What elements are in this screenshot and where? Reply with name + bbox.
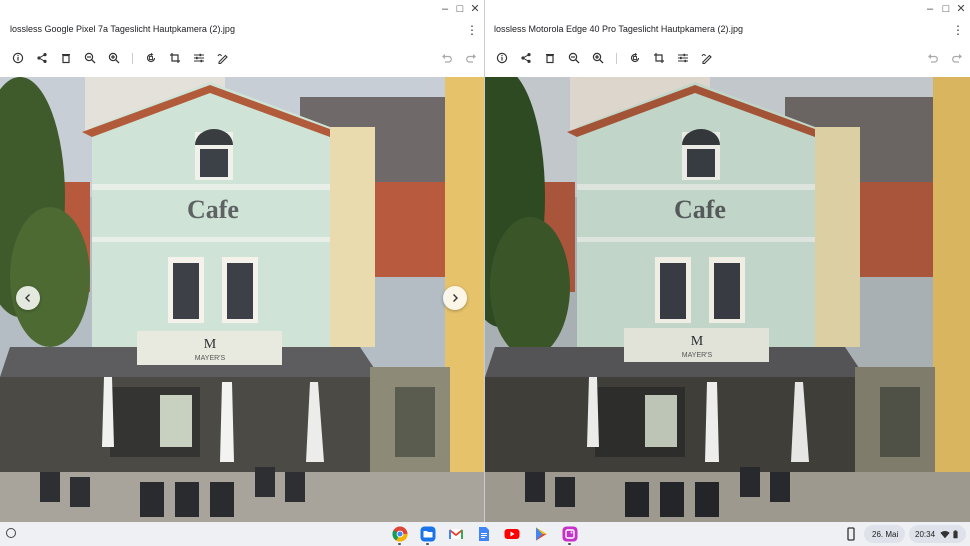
- toolbar-separator: [132, 53, 133, 64]
- info-icon[interactable]: [9, 49, 27, 67]
- cafe-photo: Cafe M MAYER'S: [0, 77, 484, 522]
- docs-icon[interactable]: [476, 526, 492, 542]
- youtube-icon[interactable]: [504, 526, 520, 542]
- undo-icon[interactable]: [438, 49, 456, 67]
- maximize-button[interactable]: □: [939, 2, 953, 16]
- shelf: 26. Mai 20:34: [0, 522, 970, 546]
- adjust-icon[interactable]: [190, 49, 208, 67]
- clock: 20:34: [915, 529, 936, 539]
- launcher-icon[interactable]: [6, 528, 16, 538]
- share-icon[interactable]: [33, 49, 51, 67]
- battery-icon: [953, 529, 958, 538]
- date-tray[interactable]: 26. Mai: [864, 525, 905, 543]
- photo-view: Cafe M MAYER'S: [485, 77, 970, 522]
- delete-icon[interactable]: [57, 49, 75, 67]
- status-tray[interactable]: 20:34: [909, 525, 966, 543]
- running-indicator: [398, 543, 401, 545]
- gmail-icon[interactable]: [448, 526, 464, 542]
- shop-logo: M: [204, 337, 217, 352]
- shop-name: MAYER'S: [682, 352, 713, 359]
- annotate-icon[interactable]: [698, 49, 716, 67]
- crop-icon[interactable]: [166, 49, 184, 67]
- minimize-button[interactable]: –: [923, 2, 937, 16]
- rotate-icon[interactable]: [142, 49, 160, 67]
- window-titlebar: – □ ✕: [485, 0, 970, 18]
- next-image-button[interactable]: [443, 286, 467, 310]
- cafe-sign: Cafe: [187, 195, 239, 224]
- zoom-out-icon[interactable]: [81, 49, 99, 67]
- maximize-button[interactable]: □: [453, 2, 467, 16]
- cafe-photo: Cafe M MAYER'S: [485, 77, 970, 522]
- running-indicator: [568, 543, 571, 545]
- play-store-icon[interactable]: [533, 526, 549, 542]
- annotate-icon[interactable]: [214, 49, 232, 67]
- close-button[interactable]: ✕: [468, 2, 482, 16]
- info-icon[interactable]: [493, 49, 511, 67]
- rotate-icon[interactable]: [626, 49, 644, 67]
- window-titlebar: – □ ✕: [0, 0, 484, 18]
- files-icon[interactable]: [420, 526, 436, 542]
- close-button[interactable]: ✕: [954, 2, 968, 16]
- zoom-in-icon[interactable]: [589, 49, 607, 67]
- photo-view: Cafe M MAYER'S: [0, 77, 484, 522]
- adjust-icon[interactable]: [674, 49, 692, 67]
- more-menu-icon[interactable]: ⋮: [952, 24, 964, 36]
- delete-icon[interactable]: [541, 49, 559, 67]
- toolbar-separator: [616, 53, 617, 64]
- more-menu-icon[interactable]: ⋮: [466, 24, 478, 36]
- zoom-in-icon[interactable]: [105, 49, 123, 67]
- toolbar: [0, 47, 484, 69]
- zoom-out-icon[interactable]: [565, 49, 583, 67]
- gallery-icon[interactable]: [562, 526, 578, 542]
- image-viewer-window-left: – □ ✕ lossless Google Pixel 7a Tageslich…: [0, 0, 484, 522]
- file-title: lossless Motorola Edge 40 Pro Tageslicht…: [494, 24, 743, 34]
- redo-icon[interactable]: [462, 49, 480, 67]
- undo-icon[interactable]: [924, 49, 942, 67]
- minimize-button[interactable]: –: [438, 2, 452, 16]
- wifi-icon: [940, 530, 950, 538]
- image-viewer-window-right: – □ ✕ lossless Motorola Edge 40 Pro Tage…: [485, 0, 970, 522]
- chrome-icon[interactable]: [392, 526, 408, 542]
- previous-image-button[interactable]: [16, 286, 40, 310]
- running-indicator: [426, 543, 429, 545]
- phone-hub-icon[interactable]: [843, 526, 859, 542]
- share-icon[interactable]: [517, 49, 535, 67]
- file-title: lossless Google Pixel 7a Tageslicht Haut…: [10, 24, 235, 34]
- shop-logo: M: [691, 334, 704, 349]
- toolbar: [485, 47, 970, 69]
- crop-icon[interactable]: [650, 49, 668, 67]
- shop-name: MAYER'S: [195, 355, 226, 362]
- redo-icon[interactable]: [948, 49, 966, 67]
- cafe-sign: Cafe: [674, 195, 726, 224]
